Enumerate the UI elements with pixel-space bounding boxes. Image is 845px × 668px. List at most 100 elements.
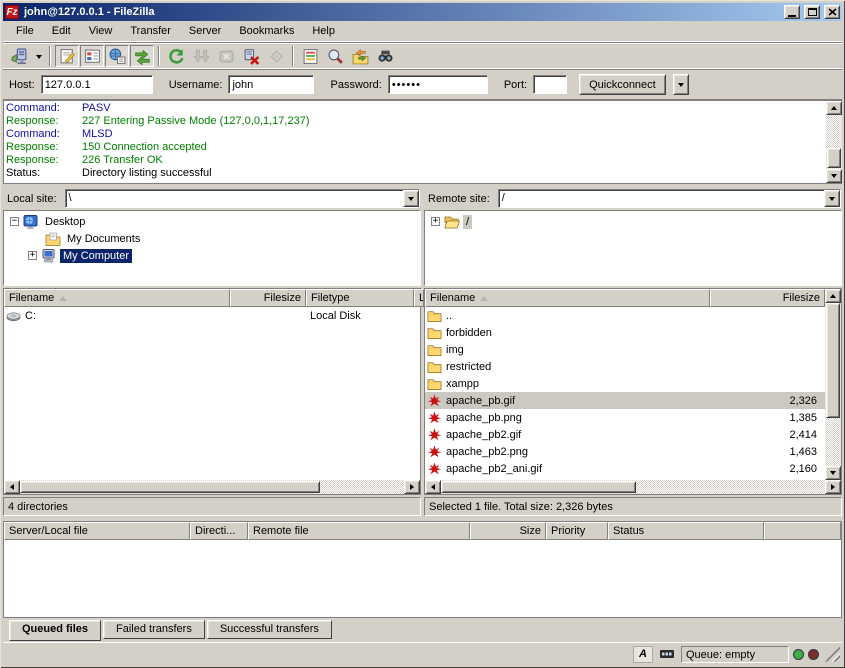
column-header[interactable]: Server/Local file xyxy=(4,522,190,540)
column-header[interactable]: Directi... xyxy=(190,522,248,540)
menu-help[interactable]: Help xyxy=(303,23,344,39)
expand-toggle[interactable]: + xyxy=(28,251,37,260)
file-row[interactable]: C: Local Disk xyxy=(4,307,420,324)
port-input[interactable] xyxy=(533,75,567,94)
title-bar[interactable]: Fz john@127.0.0.1 - FileZilla xyxy=(3,3,842,21)
menu-bookmarks[interactable]: Bookmarks xyxy=(230,23,303,39)
file-row[interactable]: forbidden xyxy=(425,324,825,341)
tree-item[interactable]: +/ xyxy=(425,213,841,230)
open-folder-icon xyxy=(444,214,460,230)
scrollbar-thumb[interactable] xyxy=(826,303,840,418)
collapse-toggle[interactable]: − xyxy=(10,217,19,226)
local-site-combo[interactable]: \ xyxy=(65,189,420,208)
site-manager-dropdown[interactable] xyxy=(32,45,45,67)
scroll-up-button[interactable] xyxy=(825,289,841,303)
remote-vertical-scrollbar[interactable] xyxy=(825,289,841,480)
scroll-left-button[interactable] xyxy=(4,480,20,494)
scroll-right-button[interactable] xyxy=(404,480,420,494)
scroll-down-button[interactable] xyxy=(826,169,842,183)
toggle-message-log-button[interactable] xyxy=(55,45,79,67)
scrollbar-thumb[interactable] xyxy=(827,148,841,168)
column-header[interactable]: Filename xyxy=(425,289,710,307)
site-manager-button[interactable] xyxy=(7,45,31,67)
column-header[interactable]: Filesize xyxy=(710,289,825,307)
chevron-down-icon xyxy=(829,197,835,204)
cancel-operation-button[interactable] xyxy=(214,45,238,67)
remote-list-status: Selected 1 file. Total size: 2,326 bytes xyxy=(424,497,842,516)
column-header[interactable]: Status xyxy=(608,522,764,540)
file-row[interactable]: apache_pb2.gif 2,414 xyxy=(425,426,825,443)
tree-item[interactable]: +My Computer xyxy=(4,247,420,264)
tree-item[interactable]: My Documents xyxy=(4,230,420,247)
scroll-right-button[interactable] xyxy=(825,480,841,494)
file-row[interactable]: apache_pb.gif 2,326 xyxy=(425,392,825,409)
local-site-dropdown[interactable] xyxy=(403,190,419,207)
scroll-up-button[interactable] xyxy=(826,101,842,115)
remote-horizontal-scrollbar[interactable] xyxy=(425,480,841,494)
directory-comparison-button[interactable] xyxy=(323,45,347,67)
tab-successful-transfers[interactable]: Successful transfers xyxy=(207,620,332,639)
scrollbar-track[interactable] xyxy=(320,480,404,494)
process-queue-button[interactable] xyxy=(189,45,213,67)
tab-queued-files[interactable]: Queued files xyxy=(9,620,101,641)
scrollbar-thumb[interactable] xyxy=(20,481,320,493)
disconnect-icon xyxy=(243,48,260,65)
disconnect-button[interactable] xyxy=(239,45,263,67)
scrollbar-track[interactable] xyxy=(825,418,841,466)
find-files-button[interactable] xyxy=(373,45,397,67)
toggle-transfer-queue-button[interactable] xyxy=(130,45,154,67)
filter-button[interactable] xyxy=(298,45,322,67)
tab-failed-transfers[interactable]: Failed transfers xyxy=(103,620,205,639)
menu-server[interactable]: Server xyxy=(180,23,230,39)
scroll-left-button[interactable] xyxy=(425,480,441,494)
local-horizontal-scrollbar[interactable] xyxy=(4,480,420,494)
file-row[interactable]: .. xyxy=(425,307,825,324)
toggle-remote-tree-button[interactable] xyxy=(105,45,129,67)
scrollbar-track[interactable] xyxy=(636,480,825,494)
password-input[interactable] xyxy=(388,75,488,94)
tree-item-label: Desktop xyxy=(42,215,88,229)
column-header[interactable]: Remote file xyxy=(248,522,470,540)
scrollbar-thumb[interactable] xyxy=(441,481,636,493)
speed-limits-icon[interactable] xyxy=(657,646,677,663)
toggle-local-tree-button[interactable] xyxy=(80,45,104,67)
file-row[interactable]: restricted xyxy=(425,358,825,375)
scroll-down-button[interactable] xyxy=(825,466,841,480)
menu-file[interactable]: File xyxy=(7,23,43,39)
resize-grip[interactable] xyxy=(825,647,840,662)
minimize-button[interactable] xyxy=(784,5,800,19)
column-header[interactable]: Size xyxy=(470,522,546,540)
message-log: Command:PASVResponse:227 Entering Passiv… xyxy=(3,100,842,184)
file-row[interactable]: img xyxy=(425,341,825,358)
username-input[interactable] xyxy=(228,75,314,94)
menu-view[interactable]: View xyxy=(80,23,122,39)
close-button[interactable] xyxy=(824,5,840,19)
synchronized-browsing-button[interactable] xyxy=(348,45,372,67)
maximize-button[interactable] xyxy=(804,5,820,19)
tree-item[interactable]: − Desktop xyxy=(4,213,420,230)
file-row[interactable]: apache_pb2.png 1,463 xyxy=(425,443,825,460)
log-vertical-scrollbar[interactable] xyxy=(826,101,842,183)
column-header[interactable]: Filetype xyxy=(306,289,414,307)
file-row[interactable]: apache_pb2_ani.gif 2,160 xyxy=(425,460,825,477)
menu-transfer[interactable]: Transfer xyxy=(121,23,180,39)
refresh-button[interactable] xyxy=(164,45,188,67)
file-row[interactable]: apache_pb.png 1,385 xyxy=(425,409,825,426)
remote-site-combo[interactable]: / xyxy=(498,189,841,208)
column-header[interactable]: Priority xyxy=(546,522,608,540)
column-header[interactable] xyxy=(764,522,841,540)
quickconnect-dropdown[interactable] xyxy=(673,74,689,95)
port-label: Port: xyxy=(504,79,527,91)
file-row[interactable]: xampp xyxy=(425,375,825,392)
column-header[interactable]: L xyxy=(414,289,424,307)
column-header[interactable]: Filesize xyxy=(230,289,306,307)
reconnect-button[interactable] xyxy=(264,45,288,67)
expand-toggle[interactable]: + xyxy=(431,217,440,226)
menu-edit[interactable]: Edit xyxy=(43,23,80,39)
column-header[interactable]: Filename xyxy=(4,289,230,307)
remote-site-dropdown[interactable] xyxy=(824,190,840,207)
host-input[interactable] xyxy=(41,75,153,94)
quickconnect-button[interactable]: Quickconnect xyxy=(579,74,666,95)
data-type-icon[interactable]: A xyxy=(633,646,653,663)
column-header-label: Filesize xyxy=(783,292,820,304)
